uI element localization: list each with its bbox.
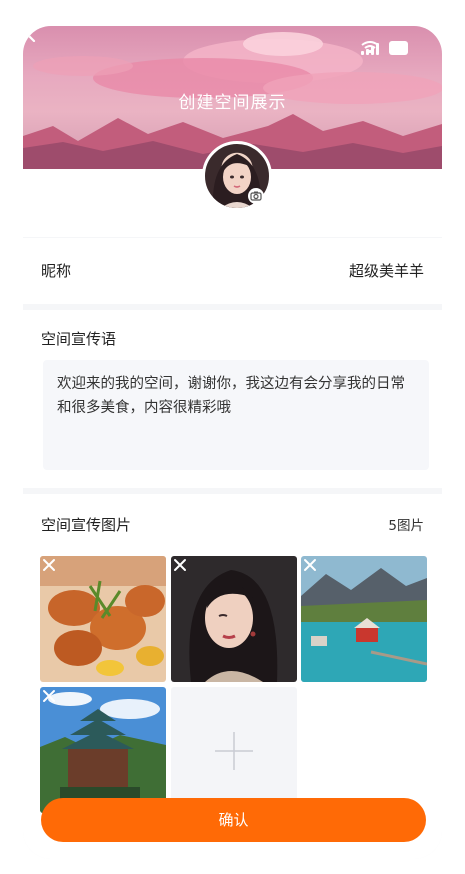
slogan-text: 欢迎来的我的空间，谢谢你，我这边有会分享我的日常和很多美食，内容很精彩哦 xyxy=(57,376,405,416)
lake-houses-photo xyxy=(301,556,427,682)
camera-icon[interactable] xyxy=(248,188,264,204)
add-image-button[interactable] xyxy=(171,687,297,813)
slogan-textarea[interactable]: 欢迎来的我的空间，谢谢你，我这边有会分享我的日常和很多美食，内容很精彩哦 xyxy=(43,360,429,470)
nickname-label: 昵称 xyxy=(41,262,72,280)
phone-frame: 创建空间展示 昵称 超级美羊羊 空间宣传语 欢迎来的我的空间，谢谢你，我这边有会… xyxy=(23,26,442,859)
delete-icon[interactable] xyxy=(301,556,319,574)
status-bar xyxy=(361,41,408,55)
delete-icon[interactable] xyxy=(171,556,189,574)
delete-icon[interactable] xyxy=(40,556,58,574)
slogan-label: 空间宣传语 xyxy=(41,330,117,348)
images-label: 空间宣传图片 xyxy=(41,516,132,534)
image-thumb-1[interactable] xyxy=(40,556,166,682)
fried-chicken-photo xyxy=(40,556,166,682)
battery-icon xyxy=(389,41,408,55)
nickname-value: 超级美羊羊 xyxy=(348,262,424,280)
wifi-icon xyxy=(361,41,379,53)
woman-portrait-photo xyxy=(171,556,297,682)
nickname-row[interactable]: 昵称 超级美羊羊 xyxy=(23,238,442,304)
pagoda-photo xyxy=(40,687,166,813)
delete-icon[interactable] xyxy=(40,687,58,705)
plus-icon xyxy=(215,732,253,770)
image-thumb-4[interactable] xyxy=(40,687,166,813)
slogan-section: 空间宣传语 欢迎来的我的空间，谢谢你，我这边有会分享我的日常和很多美食，内容很精… xyxy=(23,310,442,488)
image-thumb-3[interactable] xyxy=(301,556,427,682)
page-title: 创建空间展示 xyxy=(178,93,287,113)
images-count: 5图片 xyxy=(388,518,424,534)
confirm-button[interactable]: 确认 xyxy=(41,798,426,842)
image-thumb-2[interactable] xyxy=(171,556,297,682)
back-icon[interactable] xyxy=(23,26,39,42)
